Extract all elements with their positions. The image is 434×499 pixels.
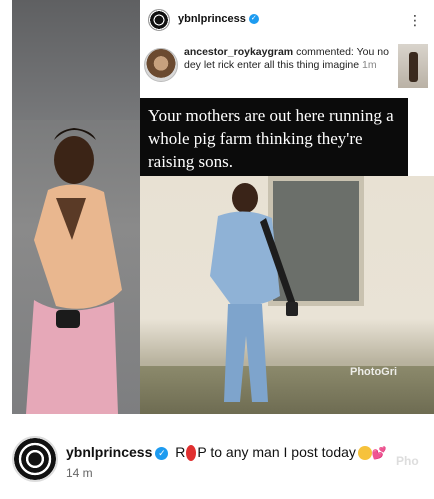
comment-notification[interactable]: ancestor_roykaygram commented: You no de… xyxy=(140,40,434,98)
watermark: PhotoGri xyxy=(350,366,398,378)
smiling-emoji-icon xyxy=(357,446,372,461)
post-thumbnail xyxy=(398,44,428,88)
post-avatar[interactable] xyxy=(148,9,170,31)
comment-text: ancestor_roykaygram commented: You no de… xyxy=(184,46,394,72)
post-photo: PhotoGri xyxy=(140,176,434,414)
verified-icon: ✓ xyxy=(248,14,259,25)
comment-action: commented: xyxy=(296,46,354,58)
verified-icon: ✓ xyxy=(155,446,169,460)
footer-avatar[interactable] xyxy=(12,436,58,482)
footer-time: 14 m xyxy=(66,466,93,480)
commenter-username: ancestor_roykaygram xyxy=(184,46,294,58)
commenter-avatar xyxy=(144,48,178,82)
post-username[interactable]: ybnlprincess ✓ xyxy=(178,13,259,25)
footer-username[interactable]: ybnlprincess xyxy=(66,444,152,460)
man-figure xyxy=(210,183,298,402)
meme-caption: Your mothers are out here running a whol… xyxy=(140,98,408,176)
post-header: ybnlprincess ✓ ⋮ xyxy=(140,0,434,38)
left-photo xyxy=(12,0,140,414)
caption-start: R xyxy=(175,444,186,460)
footer-watermark: Pho xyxy=(396,454,419,468)
hearts-emoji-icon: 💕 xyxy=(371,446,387,461)
redaction-mark xyxy=(186,445,197,462)
instagram-post: ybnlprincess ✓ ⋮ ancestor_roykaygram comm… xyxy=(140,0,434,414)
post-footer: ybnlprincess ✓ R P to any man I post today… xyxy=(0,414,434,499)
post-username-text[interactable]: ybnlprincess xyxy=(178,13,246,25)
more-vertical-icon[interactable]: ⋮ xyxy=(408,10,422,30)
caption-rest: P to any man I post today xyxy=(197,444,356,460)
footer-caption: ybnlprincess ✓ R P to any man I post today… xyxy=(66,444,387,462)
wall-background xyxy=(12,0,140,120)
person-photo xyxy=(26,128,122,414)
comment-time: 1m xyxy=(362,59,377,71)
